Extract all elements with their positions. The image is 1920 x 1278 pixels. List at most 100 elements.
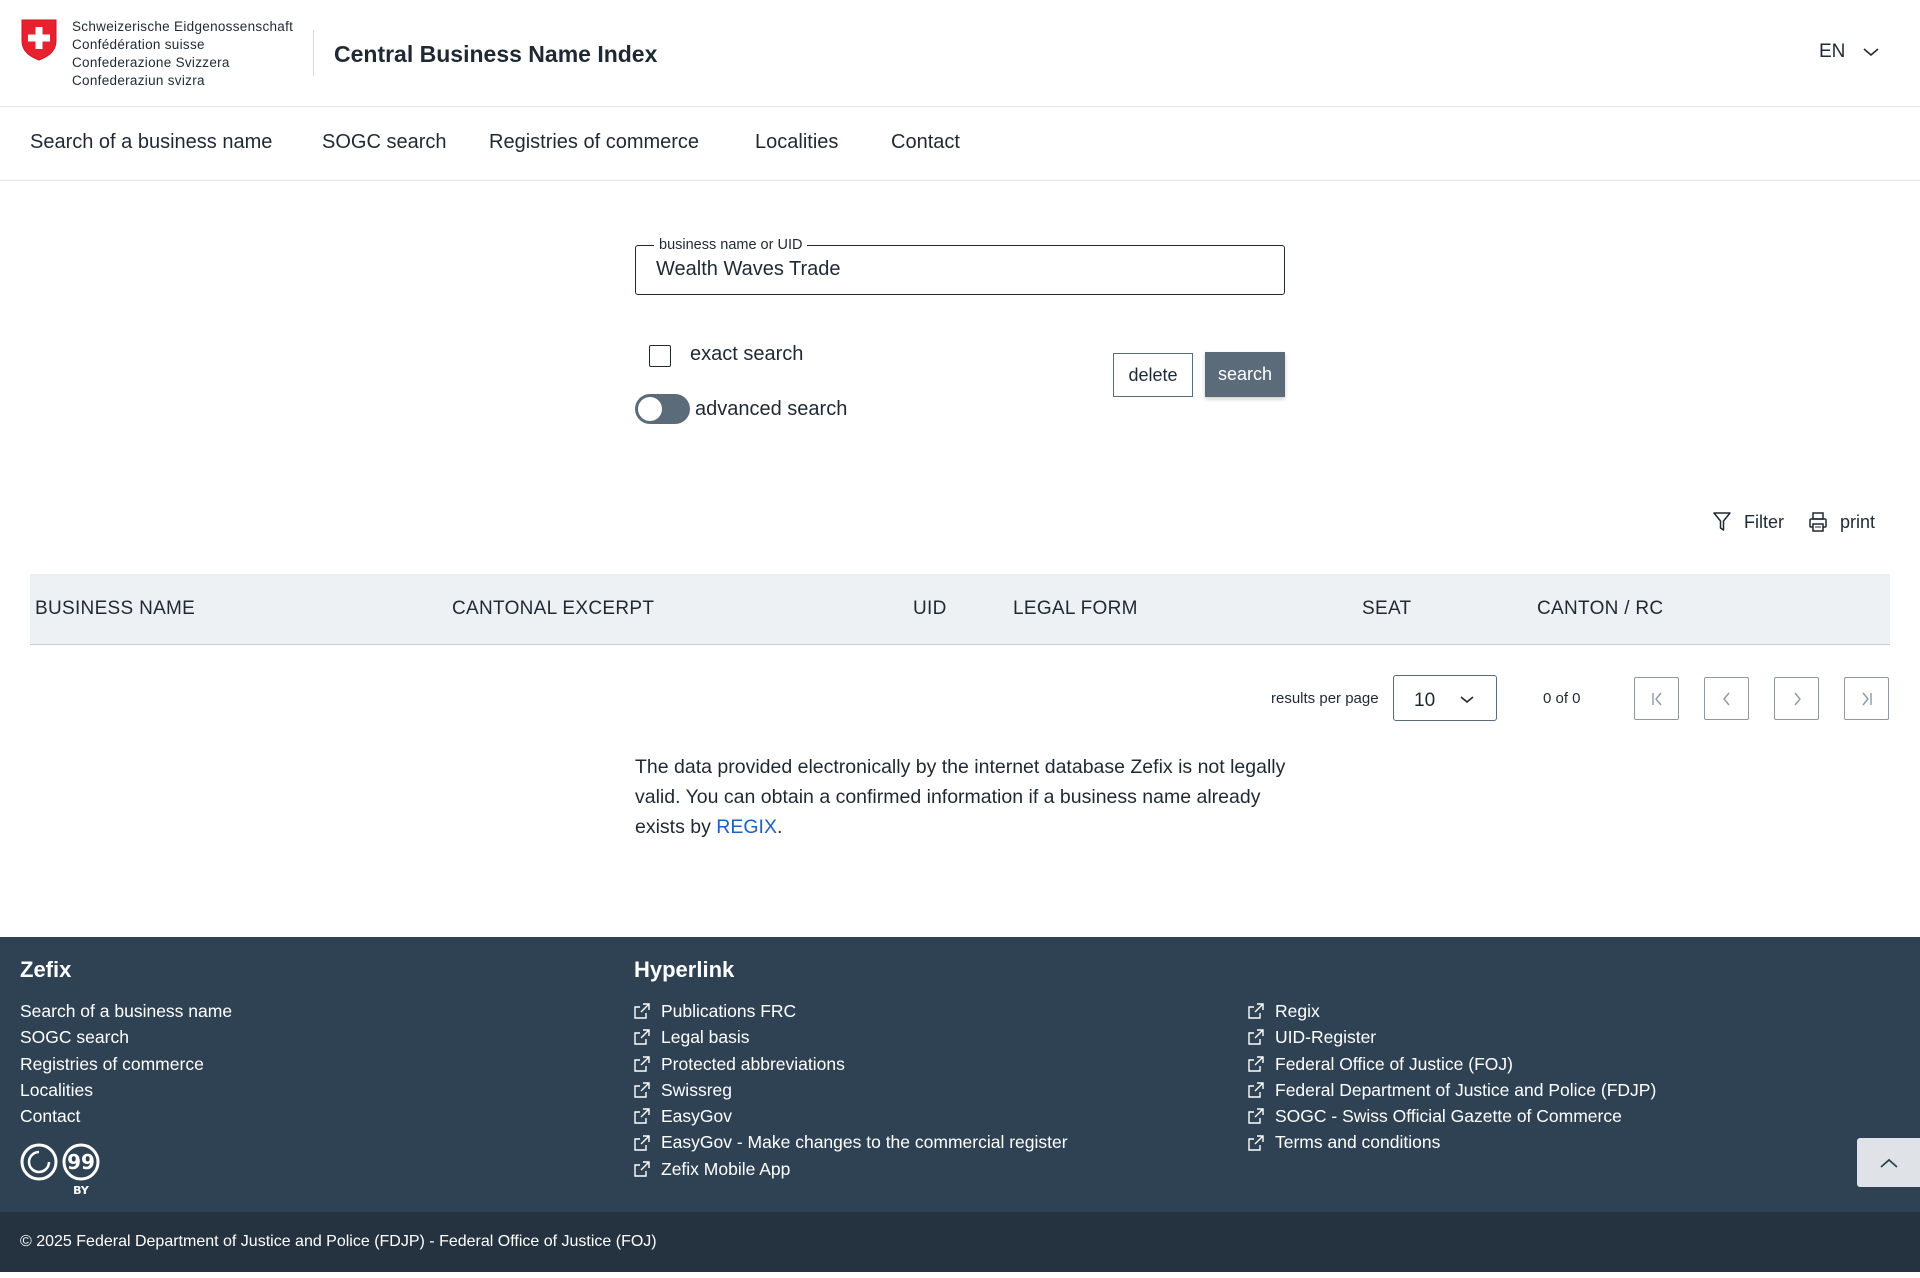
- search-button[interactable]: search: [1205, 352, 1285, 397]
- external-link-icon: [1248, 1108, 1264, 1125]
- last-page-button[interactable]: [1844, 677, 1889, 720]
- external-link-icon: [634, 1003, 650, 1019]
- footer-link-uid-register[interactable]: UID-Register: [1248, 1024, 1656, 1050]
- results-per-page-value: 10: [1414, 690, 1436, 711]
- confederation-line-de: Schweizerische Eidgenossenschaft: [72, 19, 294, 34]
- advanced-search-toggle[interactable]: [635, 394, 690, 424]
- footer-link-regix[interactable]: Regix: [1248, 998, 1656, 1024]
- footer-link-label: Regix: [1275, 1001, 1320, 1021]
- exact-search-label[interactable]: exact search: [690, 343, 803, 366]
- footer-link-easygov-changes[interactable]: EasyGov - Make changes to the commercial…: [634, 1129, 1068, 1155]
- footer-link-fdjp[interactable]: Federal Department of Justice and Police…: [1248, 1077, 1656, 1103]
- external-link-icon: [1248, 1003, 1264, 1019]
- first-page-icon: [1651, 692, 1662, 705]
- svg-text:99: 99: [67, 1150, 95, 1174]
- nav-item-contact[interactable]: Contact: [891, 131, 960, 154]
- footer-link-publications-frc[interactable]: Publications FRC: [634, 998, 1068, 1024]
- chevron-down-icon: [1460, 696, 1474, 704]
- legal-disclaimer: The data provided electronically by the …: [635, 752, 1295, 842]
- footer-link-search-business-name[interactable]: Search of a business name: [20, 998, 232, 1024]
- language-selector[interactable]: EN: [1819, 41, 1879, 63]
- footer-link-label: Federal Office of Justice (FOJ): [1275, 1053, 1513, 1074]
- external-link-icon: [1248, 1056, 1264, 1072]
- footer-link-foj[interactable]: Federal Office of Justice (FOJ): [1248, 1051, 1656, 1077]
- nav-item-search-business-name[interactable]: Search of a business name: [30, 131, 272, 154]
- footer-link-legal-basis[interactable]: Legal basis: [634, 1024, 1068, 1050]
- results-per-page-select[interactable]: 10: [1393, 675, 1497, 721]
- results-table-header: BUSINESS NAME CANTONAL EXCERPT UID LEGAL…: [30, 574, 1890, 645]
- external-link-icon: [634, 1108, 650, 1125]
- footer-link-sogc[interactable]: SOGC - Swiss Official Gazette of Commerc…: [1248, 1103, 1656, 1129]
- business-name-input[interactable]: [656, 258, 1256, 281]
- delete-button[interactable]: delete: [1113, 353, 1193, 397]
- regix-link[interactable]: REGIX: [716, 816, 777, 838]
- footer-hyperlink-heading: Hyperlink: [634, 957, 735, 982]
- footer-link-label: Zefix Mobile App: [661, 1158, 791, 1179]
- footer-link-terms-and-conditions[interactable]: Terms and conditions: [1248, 1129, 1656, 1155]
- business-name-field-label: business name or UID: [654, 237, 808, 253]
- printer-icon: [1809, 512, 1827, 532]
- previous-page-button[interactable]: [1704, 677, 1749, 720]
- print-button[interactable]: print: [1808, 511, 1875, 533]
- print-label: print: [1840, 511, 1876, 532]
- footer-link-registries-of-commerce[interactable]: Registries of commerce: [20, 1051, 232, 1077]
- language-label: EN: [1819, 41, 1846, 62]
- filter-funnel-icon: [1713, 512, 1731, 531]
- footer-link-label: Swissreg: [661, 1079, 732, 1100]
- page-count: 0 of 0: [1543, 690, 1581, 707]
- chevron-left-icon: [1722, 692, 1730, 705]
- nav-item-registries-of-commerce[interactable]: Registries of commerce: [489, 131, 699, 154]
- confederation-line-fr: Confédération suisse: [72, 37, 205, 52]
- footer-link-sogc-search[interactable]: SOGC search: [20, 1024, 232, 1050]
- exact-search-checkbox[interactable]: [649, 345, 671, 367]
- confederation-name: Schweizerische Eidgenossenschaft Confédé…: [72, 18, 293, 90]
- external-link-icon: [634, 1029, 650, 1046]
- footer-zefix-heading: Zefix: [20, 957, 72, 982]
- footer-hyperlink-column-2: Regix UID-Register Federal Office of Jus…: [1248, 998, 1656, 1156]
- footer-link-label: Protected abbreviations: [661, 1053, 845, 1074]
- next-page-button[interactable]: [1774, 677, 1819, 720]
- external-link-icon: [634, 1082, 650, 1098]
- column-header-uid[interactable]: UID: [913, 598, 947, 620]
- footer-link-label: Publications FRC: [661, 1001, 797, 1021]
- footer-link-label: EasyGov - Make changes to the commercial…: [661, 1132, 1068, 1153]
- footer-link-label: UID-Register: [1275, 1027, 1377, 1048]
- filter-button[interactable]: Filter: [1712, 511, 1784, 533]
- advanced-search-label[interactable]: advanced search: [695, 398, 847, 421]
- disclaimer-suffix: .: [776, 816, 783, 838]
- swiss-coat-of-arms-icon[interactable]: [21, 19, 57, 61]
- footer-hyperlink-column-1: Hyperlink Publications FRC Legal basis P…: [634, 957, 1068, 1182]
- external-link-icon: [1248, 1082, 1264, 1098]
- column-header-legal-form[interactable]: LEGAL FORM: [1013, 598, 1138, 620]
- footer-link-contact[interactable]: Contact: [20, 1103, 232, 1129]
- column-header-seat[interactable]: SEAT: [1362, 598, 1411, 620]
- footer-zefix-column: Zefix Search of a business name SOGC sea…: [20, 957, 232, 1129]
- creative-commons-by-icon[interactable]: 99 BY: [20, 1142, 102, 1197]
- external-link-icon: [634, 1161, 650, 1177]
- site-title[interactable]: Central Business Name Index: [334, 41, 657, 68]
- back-to-top-button[interactable]: [1857, 1138, 1920, 1187]
- footer-link-localities[interactable]: Localities: [20, 1077, 232, 1103]
- footer-link-label: Federal Department of Justice and Police…: [1275, 1079, 1657, 1100]
- first-page-button[interactable]: [1634, 677, 1679, 720]
- footer-link-protected-abbreviations[interactable]: Protected abbreviations: [634, 1051, 1068, 1077]
- column-header-canton-rc[interactable]: CANTON / RC: [1537, 598, 1663, 620]
- external-link-icon: [634, 1056, 650, 1072]
- confederation-line-it: Confederazione Svizzera: [72, 55, 230, 70]
- copyright-text: © 2025 Federal Department of Justice and…: [20, 1233, 657, 1250]
- chevron-down-icon: [1863, 48, 1879, 57]
- footer-link-label: Terms and conditions: [1275, 1132, 1441, 1153]
- external-link-icon: [634, 1134, 650, 1151]
- footer-link-swissreg[interactable]: Swissreg: [634, 1077, 1068, 1103]
- nav-item-localities[interactable]: Localities: [755, 131, 838, 154]
- footer-link-easygov[interactable]: EasyGov: [634, 1103, 1068, 1129]
- column-header-cantonal-excerpt[interactable]: CANTONAL EXCERPT: [452, 598, 654, 620]
- last-page-icon: [1861, 692, 1872, 705]
- column-header-business-name[interactable]: BUSINESS NAME: [35, 598, 195, 620]
- footer-link-label: Legal basis: [661, 1027, 750, 1048]
- copyright-bar: © 2025 Federal Department of Justice and…: [0, 1212, 1920, 1272]
- footer-link-zefix-mobile-app[interactable]: Zefix Mobile App: [634, 1156, 1068, 1182]
- filter-label: Filter: [1744, 511, 1784, 532]
- nav-item-sogc-search[interactable]: SOGC search: [322, 131, 446, 154]
- chevron-up-icon: [1879, 1158, 1898, 1168]
